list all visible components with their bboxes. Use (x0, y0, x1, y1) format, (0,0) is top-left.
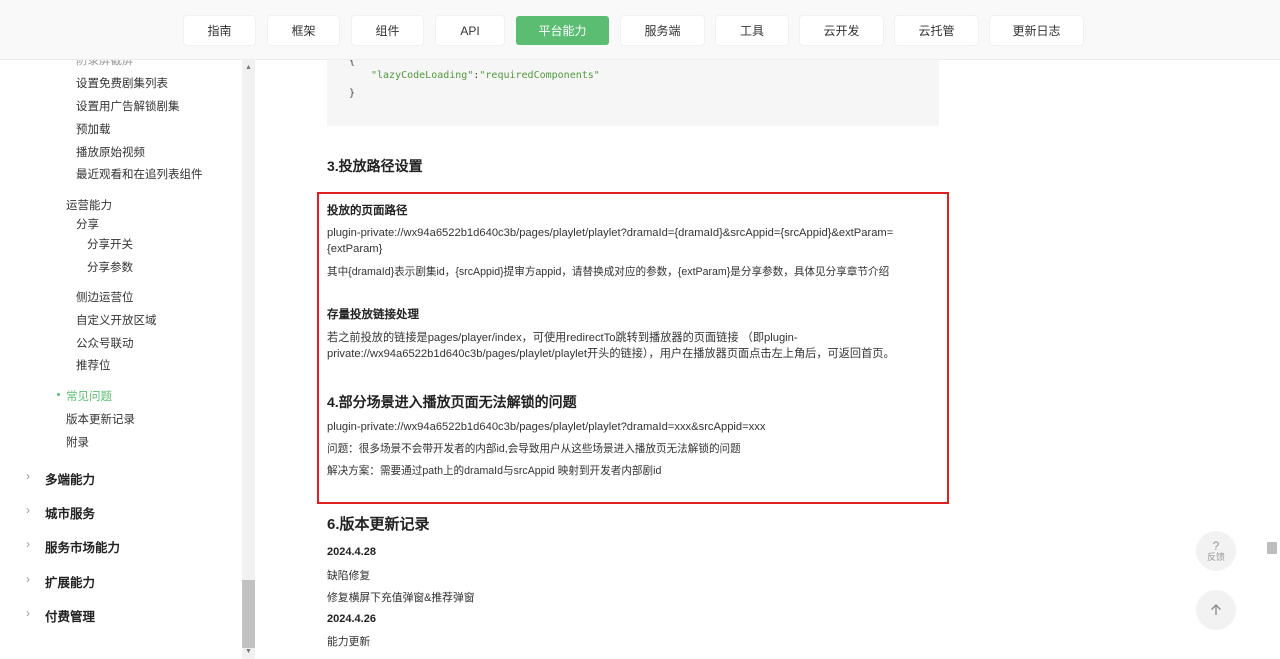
code-open-brace: { (349, 60, 356, 67)
page-scrollbar[interactable] (1265, 0, 1280, 659)
sidebar-item-recent-watch[interactable]: 最近观看和在追列表组件 (76, 166, 203, 182)
sidebar-scrollbar[interactable]: ▲ ▼ (242, 60, 255, 659)
sidebar-section-service-market[interactable]: 服务市场能力 (45, 537, 120, 556)
chevron-right-icon: › (26, 606, 30, 620)
tab-platform-capabilities[interactable]: 平台能力 (516, 16, 609, 45)
sidebar-item-preload[interactable]: 预加载 (76, 121, 111, 137)
unlock-solution: 解决方案：需要通过path上的dramaId与srcAppid 映射到开发者内部… (327, 465, 662, 477)
sidebar-item-changelog[interactable]: 版本更新记录 (66, 411, 135, 427)
sidebar-item-side-ops[interactable]: 侧边运营位 (76, 289, 134, 305)
sidebar-section-extensions[interactable]: 扩展能力 (45, 572, 95, 591)
tab-tools[interactable]: 工具 (716, 16, 788, 45)
question-icon: ? (1212, 538, 1220, 553)
sidebar-section-city-services[interactable]: 城市服务 (45, 503, 95, 522)
feedback-label: 反馈 (1206, 551, 1225, 562)
page-path-url-line1: plugin-private://wx94a6522b1d640c3b/page… (327, 227, 894, 239)
unlock-url: plugin-private://wx94a6522b1d640c3b/page… (327, 421, 766, 433)
page-path-url-line2: {extParam} (327, 243, 383, 255)
sidebar-item-operations[interactable]: 运营能力 (66, 197, 112, 213)
sidebar-item-official-account[interactable]: 公众号联动 (76, 335, 134, 351)
sidebar-item-faq[interactable]: 常见问题 (66, 388, 112, 404)
chevron-right-icon: › (26, 537, 30, 551)
code-key: "lazyCodeLoading" (371, 70, 474, 81)
sidebar-section-payment[interactable]: 付费管理 (45, 606, 95, 625)
code-line: "lazyCodeLoading":"requiredComponents" (371, 70, 600, 81)
code-value: "requiredComponents" (479, 70, 600, 81)
sidebar: 防录屏截屏 设置免费剧集列表 设置用广告解锁剧集 预加载 播放原始视频 最近观看… (0, 60, 255, 659)
active-dot (57, 393, 60, 396)
sidebar-scroll-thumb[interactable] (242, 580, 255, 648)
version-item: 缺陷修复 (327, 570, 371, 582)
sidebar-item-original-video[interactable]: 播放原始视频 (76, 144, 145, 160)
tab-api[interactable]: API (436, 16, 504, 45)
sidebar-item-recommend[interactable]: 推荐位 (76, 357, 111, 373)
sidebar-item-appendix[interactable]: 附录 (66, 434, 89, 450)
sidebar-item-share-params[interactable]: 分享参数 (87, 259, 133, 275)
stock-links-line2: private://wx94a6522b1d640c3b/pages/playl… (327, 348, 895, 360)
stock-links-line1: 若之前投放的链接是pages/player/index，可使用redirectT… (327, 332, 798, 344)
code-block: { "lazyCodeLoading":"requiredComponents"… (327, 60, 939, 126)
back-to-top-button[interactable] (1196, 590, 1236, 630)
version-date: 2024.4.26 (327, 613, 376, 625)
scroll-down-arrow-icon[interactable]: ▼ (245, 648, 252, 655)
chevron-right-icon: › (26, 503, 30, 517)
chevron-right-icon: › (26, 469, 30, 483)
tab-server[interactable]: 服务端 (621, 16, 704, 45)
tab-cloud-hosting[interactable]: 云托管 (895, 16, 978, 45)
version-item: 修复横屏下充值弹窗&推荐弹窗 (327, 592, 475, 604)
sidebar-item-share-switch[interactable]: 分享开关 (87, 236, 133, 252)
sidebar-item-ad-unlock[interactable]: 设置用广告解锁剧集 (76, 98, 180, 114)
sidebar-item-custom-area[interactable]: 自定义开放区域 (76, 312, 157, 328)
heading-unlock-issue: 4.部分场景进入播放页面无法解锁的问题 (327, 394, 577, 410)
sidebar-item-share[interactable]: 分享 (76, 216, 99, 232)
chevron-right-icon: › (26, 572, 30, 586)
tab-components[interactable]: 组件 (352, 16, 423, 45)
page-scroll-thumb[interactable] (1267, 542, 1277, 554)
code-close-brace: } (349, 88, 356, 99)
heading-version-changelog: 6.版本更新记录 (327, 516, 430, 533)
heading-launch-path: 3.投放路径设置 (327, 158, 423, 174)
version-date: 2024.4.28 (327, 546, 376, 558)
subheading-stock-links: 存量投放链接处理 (327, 309, 419, 321)
arrow-up-icon (1211, 604, 1221, 615)
tab-guide[interactable]: 指南 (184, 16, 255, 45)
sidebar-item-free-episodes[interactable]: 设置免费剧集列表 (76, 75, 168, 91)
subheading-page-path: 投放的页面路径 (327, 205, 408, 217)
main-content: { "lazyCodeLoading":"requiredComponents"… (255, 60, 1265, 659)
tab-cloud-dev[interactable]: 云开发 (800, 16, 883, 45)
sidebar-item-cut[interactable]: 防录屏截屏 (76, 60, 134, 68)
page-path-description: 其中{dramaId}表示剧集id，{srcAppid}提审方appid，请替换… (327, 266, 890, 278)
top-nav: 指南 框架 组件 API 平台能力 服务端 工具 云开发 云托管 更新日志 (0, 0, 1280, 60)
scroll-up-arrow-icon[interactable]: ▲ (245, 64, 252, 71)
sidebar-section-multi-platform[interactable]: 多端能力 (45, 469, 95, 488)
tab-framework[interactable]: 框架 (268, 16, 339, 45)
feedback-button[interactable]: ? 反馈 (1196, 531, 1236, 571)
unlock-problem: 问题：很多场景不会带开发者的内部id,会导致用户从这些场景进入播放页无法解锁的问… (327, 443, 741, 455)
version-item: 能力更新 (327, 636, 371, 648)
tab-changelog[interactable]: 更新日志 (990, 16, 1083, 45)
